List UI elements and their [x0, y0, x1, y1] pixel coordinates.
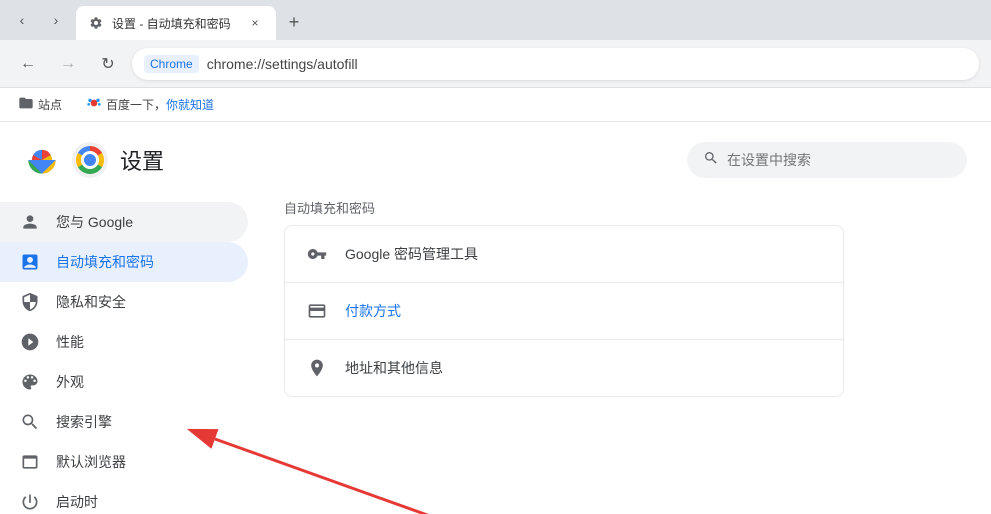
sidebar-item-startup[interactable]: 启动时 — [0, 482, 248, 514]
right-panel: 自动填充和密码 Google 密码管理工具 — [260, 194, 991, 514]
url-text: chrome://settings/autofill — [207, 56, 358, 72]
location-icon — [305, 356, 329, 380]
sidebar-item-appearance[interactable]: 外观 — [0, 362, 248, 402]
autofill-nav-icon — [20, 252, 40, 272]
sidebar-startup-label: 启动时 — [56, 492, 98, 512]
bookmark-baidu-label: 百度一下，你就知道 — [106, 96, 214, 113]
bookmark-sites-label: 站点 — [38, 96, 62, 113]
payment-label: 付款方式 — [345, 301, 401, 321]
active-tab: 设置 - 自动填充和密码 × — [76, 6, 276, 40]
settings-search-input[interactable] — [727, 152, 947, 168]
tab-nav-left[interactable]: ‹ — [8, 6, 36, 34]
bookmarks-bar: 站点 百度一下，你就知道 — [0, 88, 991, 122]
folder-icon — [18, 95, 34, 114]
chrome-logo-icon — [24, 142, 60, 178]
sidebar-privacy-label: 隐私和安全 — [56, 292, 126, 312]
tab-favicon — [88, 15, 104, 31]
tab-controls: ‹ › — [8, 6, 76, 40]
chrome-badge: Chrome — [144, 55, 199, 73]
autofill-item-payment[interactable]: 付款方式 — [285, 283, 843, 340]
sidebar-performance-label: 性能 — [56, 332, 84, 352]
person-icon — [20, 212, 40, 232]
tab-nav-right[interactable]: › — [42, 6, 70, 34]
autofill-card: Google 密码管理工具 付款方式 — [284, 225, 844, 397]
sidebar-item-google[interactable]: 您与 Google — [0, 202, 248, 242]
browser-frame: ‹ › 设置 - 自动填充和密码 × + ← → ↻ Chrome chrome… — [0, 0, 991, 514]
url-bar[interactable]: Chrome chrome://settings/autofill — [132, 48, 979, 80]
sidebar-appearance-label: 外观 — [56, 372, 84, 392]
sidebar-item-privacy[interactable]: 隐私和安全 — [0, 282, 248, 322]
settings-title-area: 设置 — [24, 142, 164, 178]
tab-title: 设置 - 自动填充和密码 — [112, 15, 238, 32]
back-button[interactable]: ← — [12, 48, 44, 80]
sidebar-item-autofill[interactable]: 自动填充和密码 — [0, 242, 248, 282]
main-content: 设置 — [0, 122, 991, 514]
sidebar-google-label: 您与 Google — [56, 212, 133, 232]
tab-close-button[interactable]: × — [246, 14, 264, 32]
sidebar-browser-label: 默认浏览器 — [56, 452, 126, 472]
reload-button[interactable]: ↻ — [92, 48, 124, 80]
new-tab-button[interactable]: + — [280, 8, 308, 36]
settings-body: 您与 Google 自动填充和密码 隐私和安全 — [0, 194, 991, 514]
power-icon — [20, 492, 40, 512]
autofill-section-title: 自动填充和密码 — [284, 194, 967, 217]
tab-bar: ‹ › 设置 - 自动填充和密码 × + — [0, 0, 991, 40]
sidebar-item-browser[interactable]: 默认浏览器 — [0, 442, 248, 482]
key-icon — [305, 242, 329, 266]
settings-header: 设置 — [0, 122, 991, 194]
baidu-icon — [86, 95, 102, 114]
palette-icon — [20, 372, 40, 392]
sidebar-item-performance[interactable]: 性能 — [0, 322, 248, 362]
sidebar-search-label: 搜索引擎 — [56, 412, 112, 432]
browser-icon — [20, 452, 40, 472]
sidebar-item-search[interactable]: 搜索引擎 — [0, 402, 248, 442]
autofill-item-addresses[interactable]: 地址和其他信息 — [285, 340, 843, 396]
search-icon — [703, 150, 719, 170]
sidebar-autofill-label: 自动填充和密码 — [56, 252, 154, 272]
shield-icon — [20, 292, 40, 312]
address-bar: ← → ↻ Chrome chrome://settings/autofill — [0, 40, 991, 88]
settings-page: 设置 — [0, 122, 991, 514]
chrome-settings-logo — [72, 142, 108, 178]
autofill-item-passwords[interactable]: Google 密码管理工具 — [285, 226, 843, 283]
bookmark-sites[interactable]: 站点 — [12, 91, 68, 118]
credit-card-icon — [305, 299, 329, 323]
settings-page-title: 设置 — [120, 144, 164, 176]
sidebar: 您与 Google 自动填充和密码 隐私和安全 — [0, 194, 260, 514]
addresses-label: 地址和其他信息 — [345, 358, 443, 378]
search-nav-icon — [20, 412, 40, 432]
forward-button[interactable]: → — [52, 48, 84, 80]
settings-search-box[interactable] — [687, 142, 967, 178]
passwords-label: Google 密码管理工具 — [345, 244, 478, 264]
performance-icon — [20, 332, 40, 352]
bookmark-baidu[interactable]: 百度一下，你就知道 — [80, 91, 220, 118]
settings-content-wrapper: 您与 Google 自动填充和密码 隐私和安全 — [0, 194, 991, 514]
